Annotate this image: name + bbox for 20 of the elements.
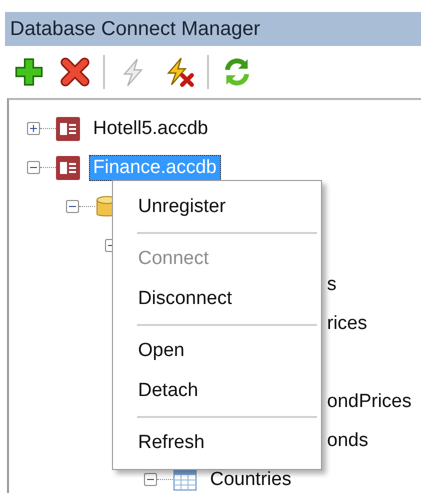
close-icon xyxy=(59,56,91,88)
access-file-icon xyxy=(56,156,80,180)
tree-item[interactable]: Countries xyxy=(206,466,296,492)
tree-item[interactable]: ondPrices xyxy=(323,388,416,414)
menu-item[interactable]: Disconnect xyxy=(115,279,319,319)
plus-icon xyxy=(13,56,45,88)
menu-item[interactable]: Unregister xyxy=(115,187,319,227)
tree-item[interactable]: rices xyxy=(323,310,372,336)
menu-item[interactable]: Open xyxy=(115,331,319,371)
window-title: Database Connect Manager xyxy=(10,18,260,40)
menu-item[interactable]: Refresh xyxy=(115,423,319,463)
tree-item[interactable]: onds xyxy=(323,428,372,454)
expand-toggle[interactable] xyxy=(27,122,40,135)
collapse-toggle[interactable] xyxy=(144,473,157,486)
tree-item[interactable]: s xyxy=(323,272,340,298)
collapse-toggle[interactable] xyxy=(66,200,79,213)
collapse-toggle[interactable] xyxy=(27,161,40,174)
tree-item[interactable]: Hotell5.accdb xyxy=(89,116,212,142)
menu-item[interactable]: Detach xyxy=(115,371,319,411)
access-file-icon xyxy=(56,116,80,140)
